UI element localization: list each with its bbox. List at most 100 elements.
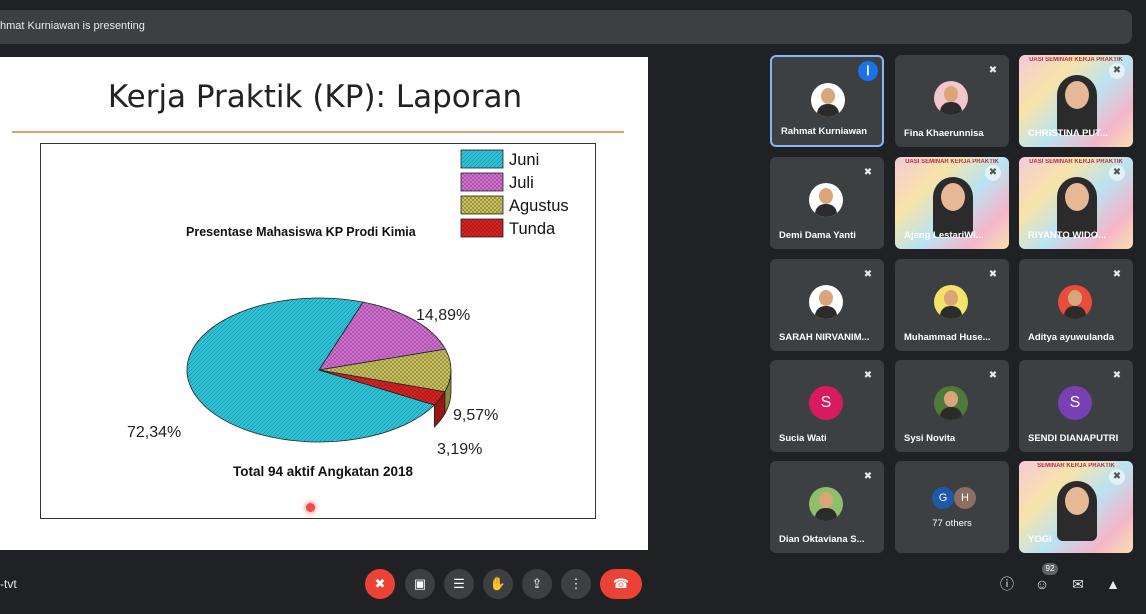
participant-tile[interactable]: S ✖ Sucia Wati (770, 360, 884, 452)
avatar (934, 386, 968, 420)
people-icon[interactable]: ☺ (1030, 572, 1054, 596)
speaking-indicator-icon: ❙ (858, 61, 878, 81)
avatar-body (940, 407, 962, 420)
participant-name: Fina Khaerunnisa (904, 128, 984, 139)
chart-title: Presentase Mahasiswa KP Prodi Kimia (186, 225, 417, 239)
chat-icon[interactable]: ✉ (1066, 572, 1090, 596)
avatar-body (1064, 306, 1086, 319)
mic-muted-icon: ✖ (863, 471, 873, 482)
avatar (809, 487, 843, 521)
avatar (809, 285, 843, 319)
legend-swatch-juli (460, 172, 504, 192)
person-face (1065, 183, 1089, 211)
participant-name: Demi Dama Yanti (779, 230, 856, 241)
others-avatar: H (954, 487, 976, 509)
mic-muted-icon: ✖ (1109, 469, 1125, 485)
legend-swatch-tunda (460, 218, 504, 238)
chart-footer: Total 94 aktif Angkatan 2018 (233, 464, 414, 479)
data-label-juni: 72,34% (127, 424, 181, 441)
avatar-head (944, 86, 958, 102)
participant-name: Sucia Wati (779, 433, 827, 444)
avatar-head (821, 88, 835, 104)
avatar-head (944, 290, 958, 306)
avatar (809, 183, 843, 217)
chart-svg: Presentase Mahasiswa KP Prodi Kimia Juni J… (127, 149, 569, 479)
legend-label-juni: Juni (509, 151, 539, 169)
participant-tile[interactable]: ✖ Demi Dama Yanti (770, 157, 884, 249)
captions-icon[interactable]: ☰ (444, 569, 474, 599)
participant-name: Rahmat Kurniawan (781, 126, 868, 137)
avatar-body (815, 306, 837, 319)
present-icon[interactable]: ⇪ (522, 569, 552, 599)
camera-icon[interactable]: ▣ (405, 569, 435, 599)
avatar-head (1068, 290, 1082, 306)
participant-tile[interactable]: ✖ Aditya ayuwulanda (1019, 259, 1133, 351)
legend-swatch-juni (460, 149, 504, 169)
participants-count-badge: 92 (1042, 563, 1058, 575)
avatar-body (940, 102, 962, 115)
participant-tile[interactable]: ✖ Dian Oktaviana S... (770, 461, 884, 553)
participant-name: YOGI (1028, 534, 1052, 545)
participant-tile[interactable]: S ✖ SENDI DIANAPUTRI (1019, 360, 1133, 452)
data-label-tunda: 3,19% (437, 441, 482, 458)
activities-icon[interactable]: ▲ (1101, 572, 1125, 596)
participant-name: Ajeng LestariWi... (904, 230, 984, 241)
mic-muted-icon: ✖ (863, 167, 873, 178)
participant-tile[interactable]: UASI SEMINAR KERJA PRAKTIK ✖ CHRISTINA PUT… (1019, 55, 1133, 147)
mic-muted-icon: ✖ (985, 165, 1001, 181)
presenting-banner: hmat Kurniawan is presenting (0, 10, 1132, 44)
raise-hand-icon[interactable]: ✋ (483, 569, 513, 599)
pointer-cursor (306, 503, 315, 512)
participant-tile[interactable]: G H 77 others (895, 461, 1009, 553)
participant-tile[interactable]: ✖ Fina Khaerunnisa (895, 55, 1009, 147)
end-call-icon[interactable]: ☎ (600, 569, 642, 599)
participant-tile[interactable]: ✖ Sysi Novita (895, 360, 1009, 452)
info-icon[interactable]: ⓘ (995, 572, 1019, 596)
avatar-body (817, 104, 839, 117)
participant-tile[interactable]: UASI SEMINAR KERJA PRAKTIK ✖ Ajeng Lestari… (895, 157, 1009, 249)
participant-tile[interactable]: ✖ Muhammad Huse... (895, 259, 1009, 351)
mic-muted-icon: ✖ (988, 370, 998, 381)
legend-label-tunda: Tunda (509, 220, 556, 238)
mic-muted-icon: ✖ (988, 269, 998, 280)
mic-off-icon[interactable]: ✖ (365, 569, 395, 599)
participant-name: 77 others (932, 518, 972, 529)
avatar-head (944, 391, 958, 407)
avatar: S (809, 386, 843, 420)
participant-name: SENDI DIANAPUTRI (1028, 433, 1119, 444)
legend-label-agustus: Agustus (509, 197, 569, 215)
presenting-text: hmat Kurniawan is presenting (0, 20, 145, 32)
data-label-juli: 14,89% (416, 307, 470, 324)
more-options-icon[interactable]: ⋮ (561, 569, 591, 599)
avatar-body (940, 306, 962, 319)
participant-tile[interactable]: ✖ SARAH NIRVANIM... (770, 259, 884, 351)
participant-name: Aditya ayuwulanda (1028, 332, 1115, 343)
mic-muted-icon: ✖ (988, 65, 998, 76)
avatar-head (819, 290, 833, 306)
meeting-code: -tvt (0, 577, 17, 591)
mic-muted-icon: ✖ (863, 269, 873, 280)
avatar-head (819, 188, 833, 204)
participant-tile[interactable]: UASI SEMINAR KERJA PRAKTIK ✖ RIYANTO WIDO.… (1019, 157, 1133, 249)
person-face (1065, 487, 1089, 515)
legend-swatch-agustus (460, 195, 504, 215)
participant-name: SARAH NIRVANIM... (779, 332, 870, 343)
participant-tile[interactable]: ❙ Rahmat Kurniawan (770, 55, 884, 147)
avatar (934, 285, 968, 319)
mic-muted-icon: ✖ (863, 370, 873, 381)
others-avatar: G (932, 487, 954, 509)
data-label-agustus: 9,57% (453, 407, 498, 424)
participant-tile[interactable]: SEMINAR KERJA PRAKTIK ✖ YOGI (1019, 461, 1133, 553)
person-face (941, 183, 965, 211)
avatar: S (1058, 386, 1092, 420)
legend-label-juli: Juli (509, 174, 534, 192)
avatar (811, 83, 845, 117)
avatar (1058, 285, 1092, 319)
participant-name: Dian Oktaviana S... (779, 534, 865, 545)
avatar-body (815, 508, 837, 521)
mic-muted-icon: ✖ (1109, 63, 1125, 79)
participant-name: CHRISTINA PUT... (1028, 128, 1108, 139)
slide-title: Kerja Praktik (KP): Laporan (107, 79, 523, 115)
mic-muted-icon: ✖ (1109, 165, 1125, 181)
person-face (1065, 81, 1089, 109)
